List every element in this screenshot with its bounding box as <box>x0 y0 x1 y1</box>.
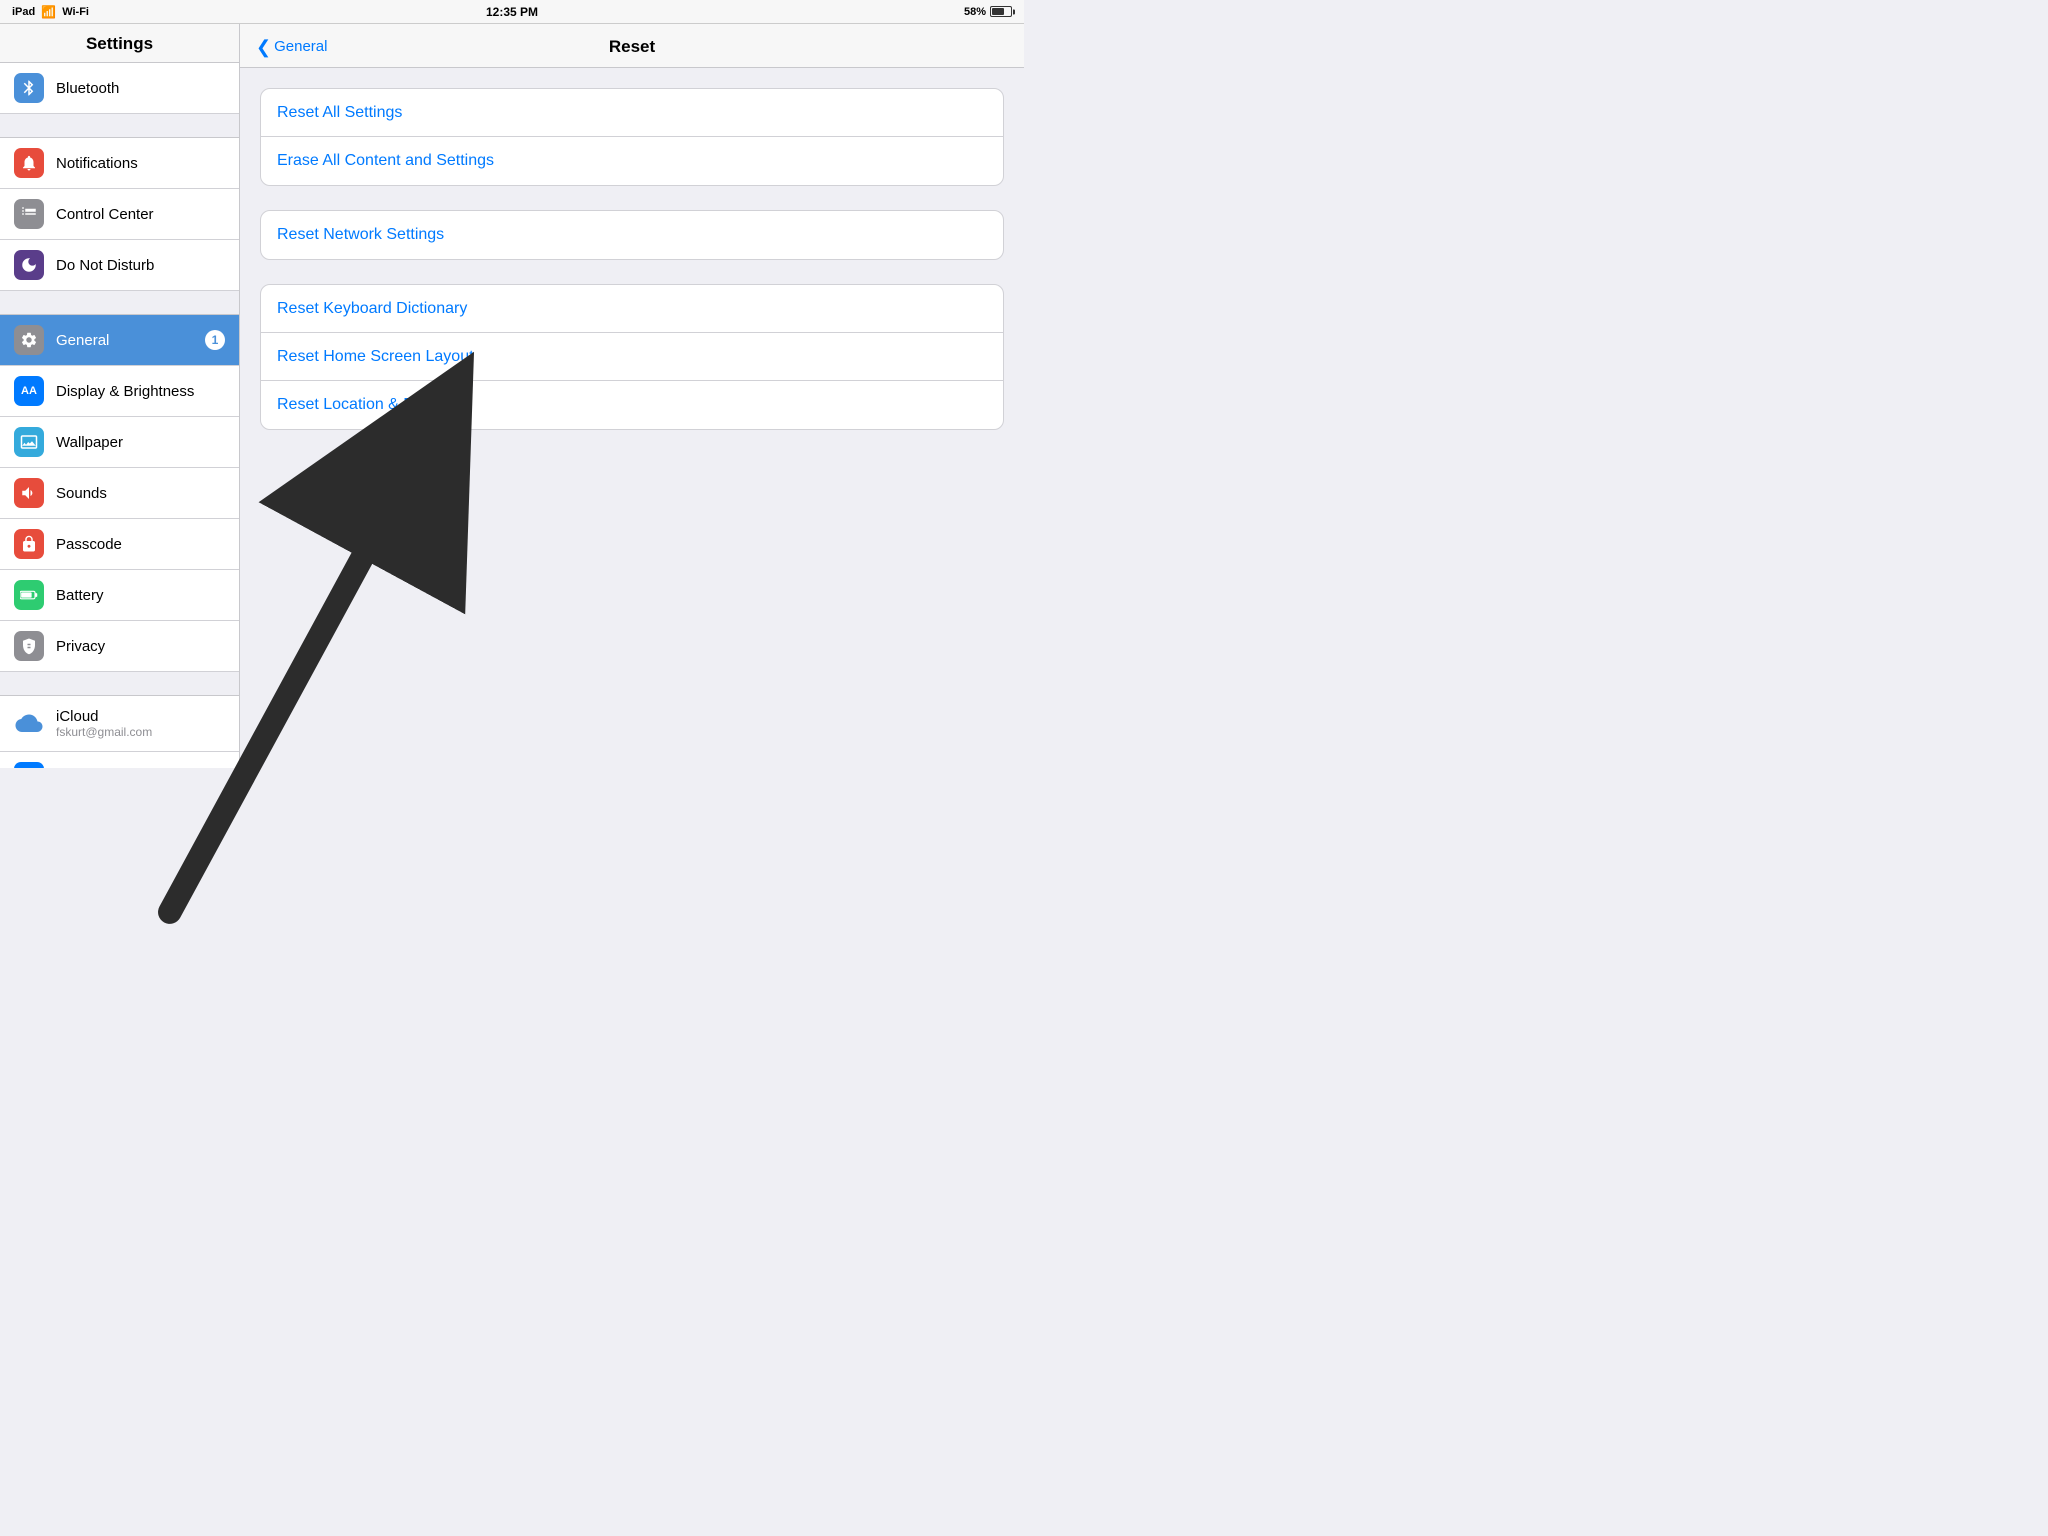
sidebar-item-battery[interactable]: Battery <box>0 570 239 621</box>
do-not-disturb-label: Do Not Disturb <box>56 257 225 274</box>
icloud-label: iCloud <box>56 708 152 725</box>
sidebar-item-control-center[interactable]: Control Center <box>0 189 239 240</box>
battery-percent: 58% <box>964 6 986 18</box>
app-container: Settings Bluetooth Notifications <box>0 24 1024 768</box>
status-time: 12:35 PM <box>486 5 538 19</box>
display-label: Display & Brightness <box>56 383 225 400</box>
battery-icon <box>990 6 1012 17</box>
sidebar-item-sounds[interactable]: Sounds <box>0 468 239 519</box>
sidebar-item-general[interactable]: General 1 <box>0 315 239 366</box>
display-icon: AA <box>14 376 44 406</box>
control-center-label: Control Center <box>56 206 225 223</box>
battery-menu-icon <box>14 580 44 610</box>
reset-home-label: Reset Home Screen Layout <box>277 348 474 366</box>
right-panel: ❮ General Reset Reset All Settings Erase… <box>240 24 1024 768</box>
device-label: iPad <box>12 6 35 18</box>
general-badge: 1 <box>205 330 225 350</box>
sidebar-item-do-not-disturb[interactable]: Do Not Disturb <box>0 240 239 291</box>
general-label: General <box>56 332 205 349</box>
general-icon <box>14 325 44 355</box>
notifications-label: Notifications <box>56 155 225 172</box>
reset-network-row[interactable]: Reset Network Settings <box>261 211 1003 259</box>
sidebar-gap-3 <box>0 672 239 696</box>
sidebar-item-icloud[interactable]: iCloud fskurt@gmail.com <box>0 696 239 752</box>
sidebar-item-display[interactable]: AA Display & Brightness <box>0 366 239 417</box>
passcode-icon <box>14 529 44 559</box>
privacy-label: Privacy <box>56 638 225 655</box>
reset-all-settings-label: Reset All Settings <box>277 104 402 122</box>
appstore-icon <box>14 762 44 768</box>
sidebar-item-passcode[interactable]: Passcode <box>0 519 239 570</box>
right-content: Reset All Settings Erase All Content and… <box>240 68 1024 768</box>
right-panel-title: Reset <box>609 37 655 57</box>
reset-location-label: Reset Location & Privacy <box>277 396 456 414</box>
battery-label: Battery <box>56 587 225 604</box>
reset-keyboard-label: Reset Keyboard Dictionary <box>277 300 467 318</box>
privacy-icon <box>14 631 44 661</box>
reset-group-2: Reset Network Settings <box>260 210 1004 260</box>
wallpaper-icon <box>14 427 44 457</box>
bluetooth-icon <box>14 73 44 103</box>
reset-network-label: Reset Network Settings <box>277 226 444 244</box>
reset-keyboard-row[interactable]: Reset Keyboard Dictionary <box>261 285 1003 333</box>
icloud-subtitle: fskurt@gmail.com <box>56 725 152 739</box>
right-header: ❮ General Reset <box>240 24 1024 68</box>
sounds-icon <box>14 478 44 508</box>
erase-all-label: Erase All Content and Settings <box>277 152 494 170</box>
reset-location-row[interactable]: Reset Location & Privacy <box>261 381 1003 429</box>
wifi-label: Wi-Fi <box>62 6 89 18</box>
sidebar-gap-1 <box>0 114 239 138</box>
sidebar-header: Settings <box>0 24 239 63</box>
reset-group-1: Reset All Settings Erase All Content and… <box>260 88 1004 186</box>
sidebar-item-bluetooth[interactable]: Bluetooth <box>0 63 239 114</box>
sidebar-item-notifications[interactable]: Notifications <box>0 138 239 189</box>
control-center-icon <box>14 199 44 229</box>
sidebar: Settings Bluetooth Notifications <box>0 24 240 768</box>
icloud-icon <box>14 709 44 739</box>
reset-all-settings-row[interactable]: Reset All Settings <box>261 89 1003 137</box>
sounds-label: Sounds <box>56 485 225 502</box>
icloud-text: iCloud fskurt@gmail.com <box>56 708 152 739</box>
do-not-disturb-icon <box>14 250 44 280</box>
status-bar: iPad 📶 Wi-Fi 12:35 PM 58% <box>0 0 1024 24</box>
sidebar-item-privacy[interactable]: Privacy <box>0 621 239 672</box>
sidebar-gap-2 <box>0 291 239 315</box>
back-label: General <box>274 38 327 55</box>
sidebar-item-appstore[interactable]: iTunes & App Store <box>0 752 239 768</box>
sidebar-list: Bluetooth Notifications Control Center <box>0 63 239 768</box>
status-left: iPad 📶 Wi-Fi <box>12 5 89 19</box>
wallpaper-label: Wallpaper <box>56 434 225 451</box>
sidebar-item-wallpaper[interactable]: Wallpaper <box>0 417 239 468</box>
erase-all-row[interactable]: Erase All Content and Settings <box>261 137 1003 185</box>
status-right: 58% <box>964 6 1012 18</box>
back-chevron-icon: ❮ <box>256 38 271 56</box>
bluetooth-label: Bluetooth <box>56 80 225 97</box>
back-button[interactable]: ❮ General <box>256 38 327 56</box>
passcode-label: Passcode <box>56 536 225 553</box>
wifi-icon: 📶 <box>41 5 56 19</box>
reset-home-row[interactable]: Reset Home Screen Layout <box>261 333 1003 381</box>
reset-group-3: Reset Keyboard Dictionary Reset Home Scr… <box>260 284 1004 430</box>
notifications-icon <box>14 148 44 178</box>
sidebar-title: Settings <box>16 34 223 54</box>
